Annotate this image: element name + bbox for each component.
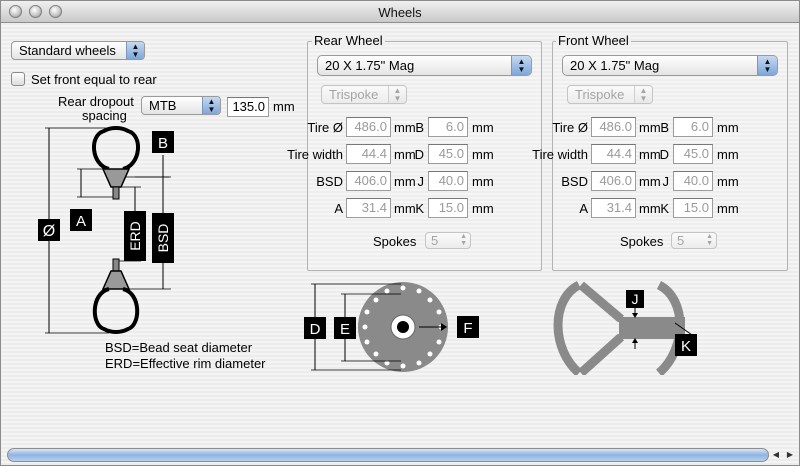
erd-legend: ERD=Effective rim diameter	[105, 356, 266, 371]
up-down-arrows-icon: ▲ ▼	[757, 56, 777, 75]
rear-row-label2: J	[417, 174, 425, 189]
b-label: B	[158, 135, 168, 152]
trispoke-diagram: J K	[553, 280, 697, 375]
front-row-label2: K	[660, 201, 669, 216]
rear-dropout-label-line2: spacing	[82, 108, 127, 123]
f-label: F	[463, 320, 472, 337]
front-row-unit2: mm	[717, 120, 739, 135]
front-row-label: Tire width	[532, 147, 588, 162]
front-wheel-group-title: Front Wheel	[556, 33, 631, 48]
horizontal-scrollbar[interactable]	[7, 448, 769, 462]
front-equal-rear-checkbox[interactable]	[11, 72, 25, 86]
rear-row-unit2: mm	[472, 201, 494, 216]
k-label: K	[681, 338, 691, 355]
front-row-input2[interactable]: 15.0	[673, 198, 713, 218]
tire-rim-diagram: Ø A B ERD BSD	[38, 126, 174, 334]
bsd-legend: BSD=Bead seat diameter	[105, 340, 253, 355]
front-spokes-label: Spokes	[620, 234, 664, 249]
front-row-input[interactable]: 486.0	[591, 117, 636, 137]
front-equal-rear-label: Set front equal to rear	[31, 72, 157, 87]
scroll-right-arrow-icon[interactable]: ▶	[783, 448, 797, 462]
a-label: A	[76, 213, 86, 230]
front-type-select-value: Trispoke	[575, 87, 625, 102]
rear-row-label: BSD	[316, 174, 343, 189]
front-row-label2: D	[659, 147, 669, 162]
e-label: E	[340, 321, 350, 338]
rear-spokes-value: 5	[431, 233, 439, 248]
front-row-label: Tire Ø	[552, 120, 588, 135]
rear-row-label2: D	[414, 147, 424, 162]
rear-dropout-select[interactable]: MTB ▲ ▼	[141, 96, 221, 115]
rear-row-unit2: mm	[472, 174, 494, 189]
front-row-input2[interactable]: 40.0	[673, 171, 713, 191]
wheel-set-select-value: Standard wheels	[19, 43, 116, 58]
front-row-input2[interactable]: 6.0	[673, 117, 713, 137]
front-row-unit2: mm	[717, 201, 739, 216]
rear-spokes-stepper[interactable]: 5 ▲ ▼	[425, 232, 471, 249]
front-spokes-stepper[interactable]: 5 ▲ ▼	[671, 232, 717, 249]
rear-size-select-value: 20 X 1.75" Mag	[325, 58, 415, 73]
title-bar: Wheels	[1, 1, 799, 23]
rear-row-label: Tire Ø	[307, 120, 343, 135]
d-label: D	[310, 321, 321, 338]
front-spokes-value: 5	[677, 233, 685, 248]
stepper-arrows-icon: ▲ ▼	[460, 233, 467, 247]
rear-row-label: Tire width	[287, 147, 343, 162]
scroll-left-arrow-icon[interactable]: ◀	[769, 448, 783, 462]
j-label: J	[632, 291, 639, 307]
wheels-window: Wheels Standard wheels ▲ ▼ Set front equa…	[0, 0, 800, 466]
window-title: Wheels	[378, 5, 422, 20]
front-row-input2[interactable]: 45.0	[673, 144, 713, 164]
up-down-arrows-icon: ▲ ▼	[511, 56, 531, 75]
up-down-arrows-icon: ▲ ▼	[202, 97, 220, 114]
rear-spokes-label: Spokes	[373, 234, 417, 249]
rear-dropout-unit: mm	[273, 99, 295, 114]
stepper-arrows-icon: ▲ ▼	[706, 233, 713, 247]
disc-wheel-diagram: D E F	[304, 282, 479, 372]
up-down-arrows-icon: ▲ ▼	[388, 86, 406, 103]
diameter-label: Ø	[43, 223, 55, 240]
front-row-input[interactable]: 406.0	[591, 171, 636, 191]
rear-row-unit2: mm	[472, 147, 494, 162]
up-down-arrows-icon: ▲ ▼	[634, 86, 652, 103]
rear-row-input2[interactable]: 45.0	[428, 144, 468, 164]
front-row-unit2: mm	[717, 147, 739, 162]
front-row-input[interactable]: 31.4	[591, 198, 636, 218]
up-down-arrows-icon: ▲ ▼	[126, 42, 144, 59]
rear-row-input2[interactable]: 40.0	[428, 171, 468, 191]
rear-row-label2: B	[415, 120, 424, 135]
rear-row-input2[interactable]: 6.0	[428, 117, 468, 137]
rear-row-label: A	[334, 201, 343, 216]
front-row-input[interactable]: 44.4	[591, 144, 636, 164]
rear-dropout-input[interactable]: 135.0	[227, 97, 269, 117]
rear-row-input[interactable]: 44.4	[346, 144, 391, 164]
bsd-label: BSD	[155, 224, 171, 253]
rear-wheel-group-title: Rear Wheel	[312, 33, 385, 48]
front-row-label: BSD	[561, 174, 588, 189]
rear-dropout-select-value: MTB	[149, 98, 177, 113]
rear-row-input[interactable]: 406.0	[346, 171, 391, 191]
rear-row-input[interactable]: 31.4	[346, 198, 391, 218]
front-type-select[interactable]: Trispoke ▲ ▼	[567, 85, 653, 104]
front-row-label2: B	[660, 120, 669, 135]
rear-type-select-value: Trispoke	[329, 87, 379, 102]
erd-label: ERD	[127, 221, 143, 251]
front-size-select[interactable]: 20 X 1.75" Mag ▲ ▼	[562, 55, 778, 76]
rear-row-unit2: mm	[472, 120, 494, 135]
rear-row-label2: K	[415, 201, 424, 216]
front-size-select-value: 20 X 1.75" Mag	[570, 58, 660, 73]
rear-type-select[interactable]: Trispoke ▲ ▼	[321, 85, 407, 104]
rear-row-input2[interactable]: 15.0	[428, 198, 468, 218]
wheel-set-select[interactable]: Standard wheels ▲ ▼	[11, 41, 145, 60]
front-row-label: A	[579, 201, 588, 216]
front-row-label2: J	[662, 174, 670, 189]
rear-size-select[interactable]: 20 X 1.75" Mag ▲ ▼	[317, 55, 532, 76]
rear-row-input[interactable]: 486.0	[346, 117, 391, 137]
front-row-unit2: mm	[717, 174, 739, 189]
